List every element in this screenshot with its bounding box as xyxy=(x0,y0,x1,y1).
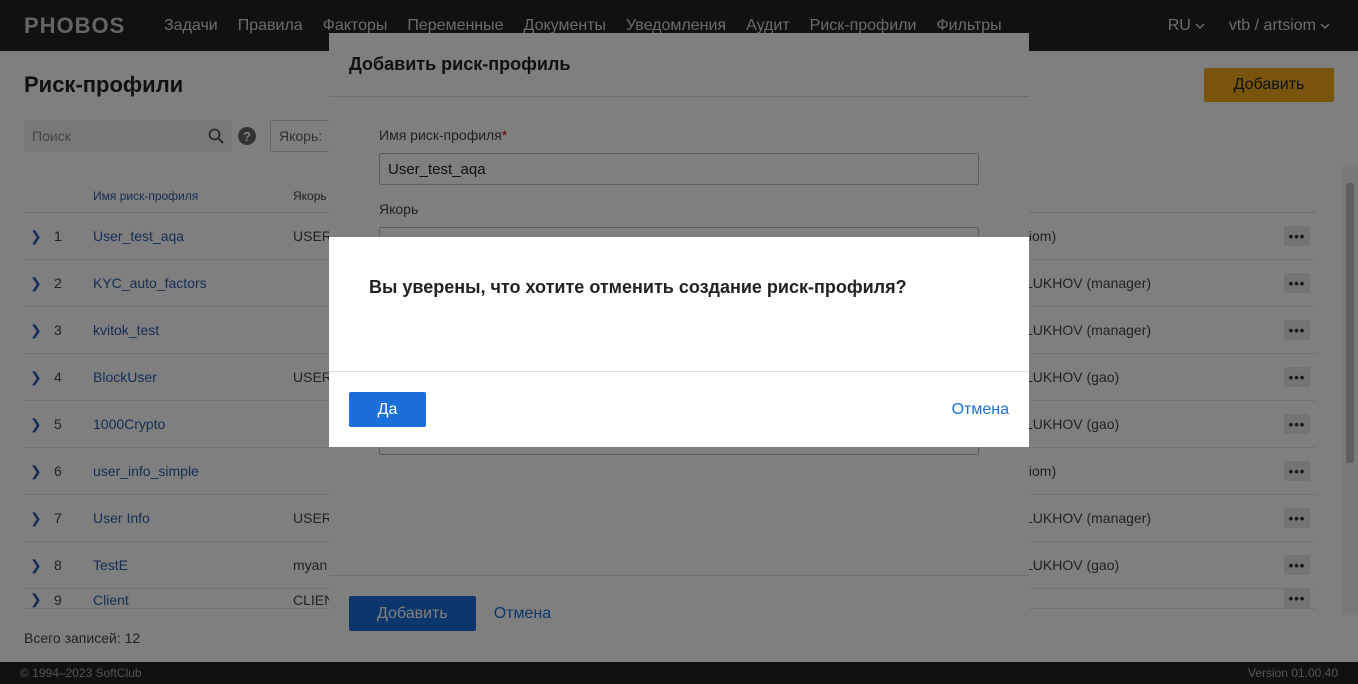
confirm-cancel-button[interactable]: Отмена xyxy=(952,401,1009,419)
confirm-cancel-dialog: Вы уверены, что хотите отменить создание… xyxy=(329,237,1029,447)
confirm-footer: Да Отмена xyxy=(329,371,1029,447)
confirm-message: Вы уверены, что хотите отменить создание… xyxy=(369,277,907,297)
confirm-yes-button[interactable]: Да xyxy=(349,392,426,427)
